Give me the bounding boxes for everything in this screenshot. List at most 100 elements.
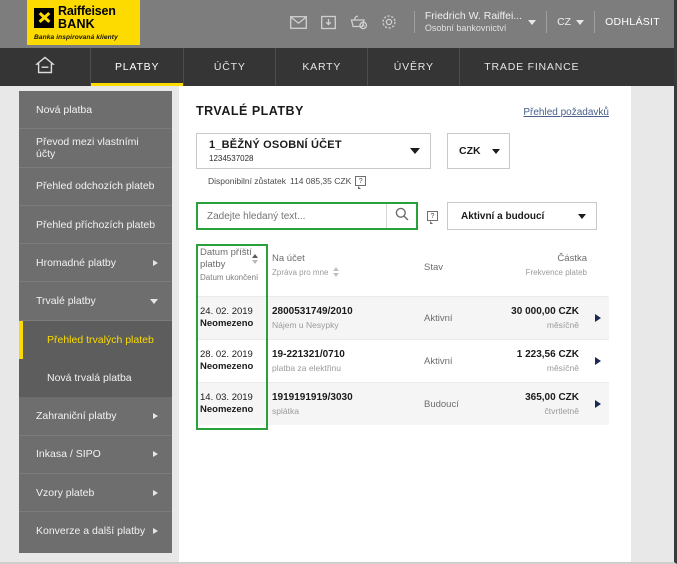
sidebar-item-prehled-prichozich-plateb[interactable]: Přehled příchozích plateb	[19, 206, 172, 245]
column-header-account-primary: Na účet	[272, 253, 305, 264]
chevron-right-icon	[595, 400, 601, 408]
sidebar-item-nova-platba[interactable]: Nová platba	[19, 91, 172, 130]
table-row[interactable]: 28. 02. 2019 Neomezeno 19-221321/0710 pl…	[196, 339, 609, 382]
cell-account: 19-221321/0710 platba za elektřinu	[262, 348, 424, 375]
next-payment-date: 14. 03. 2019	[200, 391, 253, 403]
basket-clock-icon[interactable]	[344, 7, 374, 37]
raiffeisen-horse-heads-icon	[34, 7, 54, 28]
sidebar-subitem-prehled-trvalych-plateb[interactable]: Přehled trvalých plateb	[19, 320, 172, 360]
logo-tagline: Banka inspirovaná klienty	[34, 34, 118, 41]
sort-descending-icon	[333, 273, 340, 277]
sort-toggle-date-icon[interactable]	[252, 254, 258, 264]
sidebar-subitem-label: Nová trvalá platba	[47, 372, 132, 385]
account-note: platba za elektřinu	[272, 363, 341, 374]
bank-logo[interactable]: Raiffeisen BANK Banka inspirovaná klient…	[27, 0, 140, 45]
sidebar-item-label: Přehled příchozích plateb	[36, 218, 156, 231]
search-button[interactable]	[386, 204, 416, 228]
chevron-right-icon	[153, 413, 158, 420]
sort-toggle-account-icon[interactable]	[333, 267, 340, 296]
row-detail-button[interactable]	[587, 357, 609, 365]
selector-row: 1_BĚŽNÝ OSOBNÍ ÚČET 1234537028 CZK	[196, 133, 609, 169]
table-row[interactable]: 24. 02. 2019 Neomezeno 2800531749/2010 N…	[196, 296, 609, 339]
logo-top: Raiffeisen BANK	[34, 5, 134, 30]
nav-tab-uvery[interactable]: ÚVĚRY	[367, 48, 459, 86]
amount: 30 000,00 CZK	[511, 305, 579, 317]
table-row[interactable]: 14. 03. 2019 Neomezeno 1919191919/3030 s…	[196, 382, 609, 425]
chevron-down-icon	[492, 148, 500, 154]
sidebar-item-prehled-odchozich-plateb[interactable]: Přehled odchozích plateb	[19, 168, 172, 206]
column-header-amount: Částka Frekvence plateb	[502, 244, 609, 296]
sidebar-item-label: Hromadné platby	[36, 256, 116, 269]
mail-icon[interactable]	[284, 7, 314, 37]
header-divider-2	[546, 11, 548, 33]
sidebar-subitem-label: Přehled trvalých plateb	[47, 333, 154, 346]
next-payment-date: 28. 02. 2019	[200, 348, 253, 360]
chevron-right-icon	[153, 451, 158, 458]
sidebar-item-prevod-mezi-vlastnimi-ucty[interactable]: Převod mezi vlastními účty	[19, 129, 172, 168]
language-selector[interactable]: CZ	[557, 16, 585, 28]
sort-ascending-icon	[252, 254, 258, 258]
logo-line-1: Raiffeisen	[58, 4, 116, 18]
inbox-download-icon[interactable]	[314, 7, 344, 37]
header-divider-1	[413, 11, 415, 33]
column-header-date[interactable]: Datum příští platby Datum ukončení	[196, 244, 262, 296]
sidebar-item-vzory-plateb[interactable]: Vzory plateb	[19, 474, 172, 513]
sidebar-menu: Nová platba Převod mezi vlastními účty P…	[19, 91, 172, 553]
user-info[interactable]: Friedrich W. Raiffei... Osobní bankovnic…	[425, 10, 522, 34]
nav-home-button[interactable]	[0, 48, 90, 86]
user-role: Osobní bankovnictví	[424, 22, 507, 33]
sidebar-item-label: Převod mezi vlastními účty	[36, 135, 139, 160]
currency-label: CZK	[459, 145, 481, 157]
main-navigation: PLATBY ÚČTY KARTY ÚVĚRY TRADE FINANCE	[0, 48, 674, 86]
state-filter-select[interactable]: Aktivní a budoucí	[447, 202, 597, 230]
nav-tab-label: TRADE FINANCE	[484, 61, 580, 73]
filter-help-bubble-icon[interactable]: ?	[427, 211, 438, 224]
sidebar-item-trvale-platby[interactable]: Trvalé platby	[19, 282, 172, 321]
sidebar-item-konverze-a-dalsi-platby[interactable]: Konverze a další platby	[19, 512, 172, 550]
column-header-account-secondary: Zpráva pro mne	[272, 268, 329, 277]
nav-tab-platby[interactable]: PLATBY	[90, 48, 184, 86]
sidebar-item-label: Zahraniční platby	[36, 410, 117, 423]
sort-descending-icon	[252, 260, 258, 264]
chevron-right-icon	[595, 314, 601, 322]
cell-state: Aktivní	[424, 312, 453, 324]
account-select-texts: 1_BĚŽNÝ OSOBNÍ ÚČET 1234537028	[209, 139, 410, 163]
main-header: TRVALÉ PLATBY Přehled požadavků	[196, 104, 609, 118]
sidebar-subitem-nova-trvala-platba[interactable]: Nová trvalá platba	[19, 359, 172, 398]
row-detail-button[interactable]	[587, 314, 609, 322]
account-name: 1_BĚŽNÝ OSOBNÍ ÚČET	[209, 139, 342, 152]
nav-tab-trade-finance[interactable]: TRADE FINANCE	[459, 48, 603, 86]
gear-icon[interactable]	[374, 7, 404, 37]
column-header-account[interactable]: Na účet Zpráva pro mne	[262, 244, 424, 296]
amount: 1 223,56 CZK	[516, 348, 579, 360]
row-detail-button[interactable]	[587, 400, 609, 408]
requests-overview-link[interactable]: Přehled požadavků	[523, 107, 609, 118]
account-select[interactable]: 1_BĚŽNÝ OSOBNÍ ÚČET 1234537028	[196, 133, 431, 169]
help-bubble-icon[interactable]: ?	[355, 176, 367, 189]
account-note: splátka	[272, 406, 299, 417]
user-menu-chevron-down-icon[interactable]	[528, 19, 537, 25]
nav-tab-label: KARTY	[302, 61, 342, 73]
logout-button[interactable]: ODHLÁSIT	[605, 16, 660, 28]
search-box[interactable]	[196, 202, 418, 230]
state-filter-label: Aktivní a budoucí	[461, 210, 545, 222]
main-content-panel: TRVALÉ PLATBY Přehled požadavků 1_BĚŽNÝ …	[179, 86, 631, 562]
search-input[interactable]	[207, 210, 386, 222]
nav-tab-karty[interactable]: KARTY	[275, 48, 367, 86]
sidebar-item-label: Nová platba	[36, 103, 93, 116]
sidebar-item-inkasa-sipo[interactable]: Inkasa / SIPO	[19, 436, 172, 474]
chevron-down-icon	[410, 148, 420, 154]
amount: 365,00 CZK	[525, 391, 579, 403]
sidebar-item-zahranicni-platby[interactable]: Zahraniční platby	[19, 397, 172, 436]
end-date: Neomezeno	[200, 361, 254, 372]
cell-date: 14. 03. 2019 Neomezeno	[196, 392, 262, 417]
search-icon	[395, 207, 409, 226]
home-icon	[35, 55, 55, 80]
filter-row: ? Aktivní a budoucí	[196, 202, 609, 230]
currency-select[interactable]: CZK	[447, 133, 510, 169]
header-actions: Friedrich W. Raiffei... Osobní bankovnic…	[284, 0, 674, 44]
sidebar-item-hromadne-platby[interactable]: Hromadné platby	[19, 244, 172, 283]
nav-tab-ucty[interactable]: ÚČTY	[183, 48, 275, 86]
sidebar-item-label: Konverze a další platby	[36, 525, 146, 538]
chevron-right-icon	[153, 489, 158, 496]
